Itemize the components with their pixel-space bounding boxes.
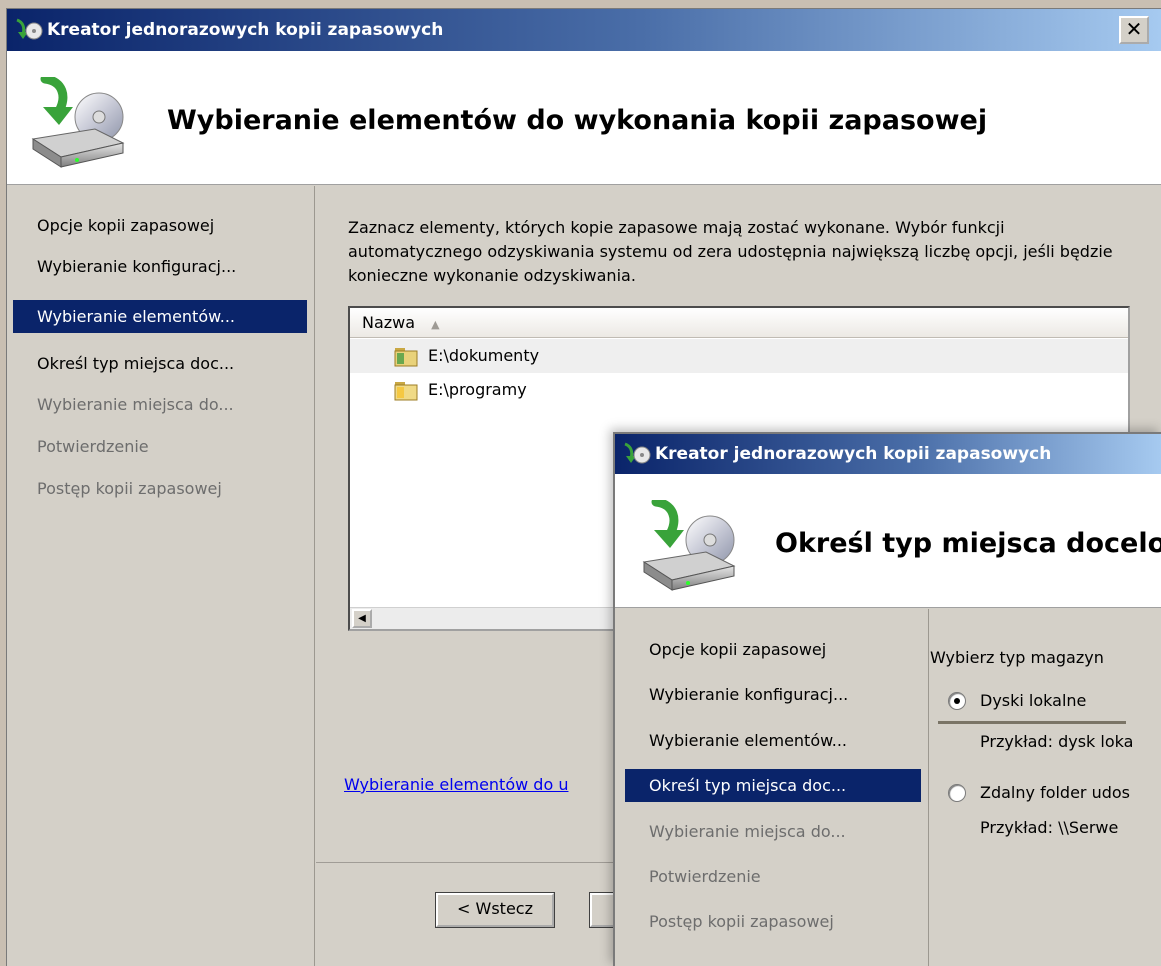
- nav-step-select-destination: Wybieranie miejsca do...: [37, 395, 234, 414]
- remote-folder-example: Przykład: \\Serwe: [980, 818, 1119, 837]
- overlay-wizard-steps-nav: Opcje kopii zapasowej Wybieranie konfigu…: [615, 609, 929, 966]
- help-link[interactable]: Wybieranie elementów do u: [344, 775, 568, 794]
- overlay-wizard-header: Określ typ miejsca docelo: [615, 474, 1161, 608]
- window-title: Kreator jednorazowych kopii zapasowych: [47, 20, 444, 40]
- list-item-label: E:\dokumenty: [428, 346, 540, 365]
- nav-step-backup-options[interactable]: Opcje kopii zapasowej: [13, 209, 307, 242]
- nav-step-select-items[interactable]: Wybieranie elementów...: [13, 300, 307, 333]
- backup-drive-icon: [31, 77, 125, 168]
- overlay-wizard-window: Kreator jednorazowych kopii zapasowych O…: [613, 432, 1161, 966]
- storage-type-prompt: Wybierz typ magazyn: [930, 648, 1104, 667]
- radio-button-checked[interactable]: [948, 691, 966, 710]
- wizard-header: Wybieranie elementów do wykonania kopii …: [7, 51, 1161, 185]
- backup-app-icon: [13, 18, 43, 42]
- nav-step-select-items[interactable]: Wybieranie elementów...: [625, 724, 921, 757]
- overlay-title-bar[interactable]: Kreator jednorazowych kopii zapasowych: [615, 434, 1161, 474]
- nav-step-backup-progress: Postęp kopii zapasowej: [37, 479, 222, 498]
- sort-ascending-icon: ▲: [431, 318, 440, 331]
- local-disks-label: Dyski lokalne: [980, 691, 1087, 710]
- nav-step-destination-type[interactable]: Określ typ miejsca doc...: [625, 769, 921, 802]
- remote-folder-label: Zdalny folder udos: [980, 783, 1131, 802]
- nav-step-select-configuration[interactable]: Wybieranie konfiguracj...: [13, 250, 307, 283]
- local-disks-option[interactable]: Dyski lokalne: [948, 691, 1086, 710]
- title-bar[interactable]: Kreator jednorazowych kopii zapasowych ✕: [7, 9, 1161, 51]
- column-header-label: Nazwa: [362, 313, 416, 332]
- remote-folder-option[interactable]: Zdalny folder udos: [948, 783, 1130, 802]
- wizard-steps-nav: Opcje kopii zapasowej Wybieranie konfigu…: [7, 186, 315, 966]
- nav-step-confirmation: Potwierdzenie: [37, 437, 149, 456]
- local-disks-example: Przykład: dysk loka: [980, 732, 1134, 751]
- highlight-underline: [938, 721, 1126, 724]
- overlay-page-title: Określ typ miejsca docelo: [775, 528, 1161, 559]
- list-item[interactable]: E:\dokumenty: [350, 339, 1128, 373]
- backup-drive-icon: [642, 500, 736, 591]
- column-header-name[interactable]: Nazwa ▲: [350, 308, 1128, 338]
- folder-icon: [394, 348, 418, 367]
- folder-icon: [394, 382, 418, 401]
- nav-step-destination-type[interactable]: Określ typ miejsca doc...: [13, 347, 307, 380]
- list-item[interactable]: E:\programy: [350, 373, 1128, 407]
- scroll-left-icon[interactable]: ◀: [352, 609, 372, 628]
- overlay-content-pane: Wybierz typ magazyn Dyski lokalne Przykł…: [930, 609, 1161, 966]
- overlay-window-title: Kreator jednorazowych kopii zapasowych: [655, 444, 1052, 464]
- nav-step-confirmation: Potwierdzenie: [649, 867, 761, 886]
- nav-step-select-configuration[interactable]: Wybieranie konfiguracj...: [625, 678, 921, 711]
- back-button[interactable]: < Wstecz: [435, 892, 555, 928]
- nav-step-select-destination: Wybieranie miejsca do...: [649, 822, 846, 841]
- backup-app-icon: [621, 442, 651, 466]
- instructions-text: Zaznacz elementy, których kopie zapasowe…: [348, 218, 1113, 285]
- list-item-label: E:\programy: [428, 380, 527, 399]
- nav-step-backup-options[interactable]: Opcje kopii zapasowej: [625, 633, 921, 666]
- page-title: Wybieranie elementów do wykonania kopii …: [167, 105, 988, 136]
- close-button[interactable]: ✕: [1119, 16, 1149, 44]
- radio-button-unchecked[interactable]: [948, 783, 966, 802]
- nav-step-backup-progress: Postęp kopii zapasowej: [649, 912, 834, 931]
